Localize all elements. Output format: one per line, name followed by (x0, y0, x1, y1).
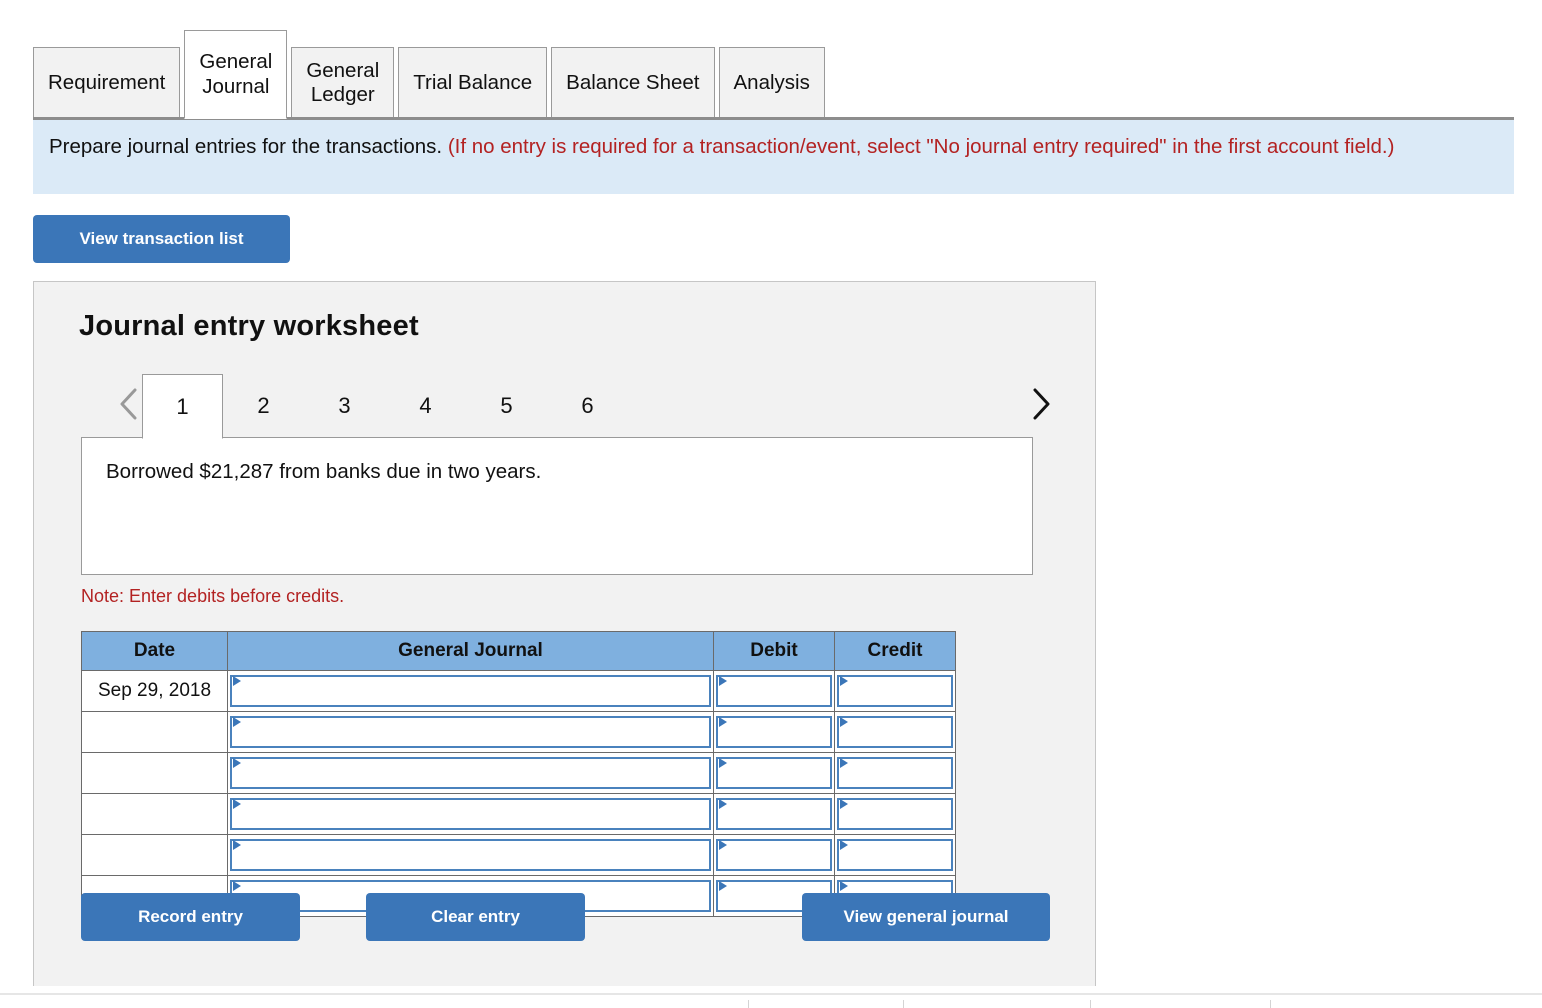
tab-general-journal[interactable]: General Journal (184, 30, 288, 119)
tab-trial-balance[interactable]: Trial Balance (398, 47, 548, 119)
table-row (81, 834, 956, 876)
debit-input[interactable] (716, 798, 832, 830)
record-entry-button[interactable]: Record entry (81, 893, 300, 941)
cell-date[interactable]: Sep 29, 2018 (81, 670, 228, 712)
cell-credit (834, 752, 956, 794)
cell-general-journal (227, 793, 714, 835)
view-general-journal-button[interactable]: View general journal (802, 893, 1050, 941)
table-row: Sep 29, 2018 (81, 670, 956, 712)
credit-input[interactable] (837, 839, 953, 871)
general-journal-input[interactable] (230, 839, 711, 871)
table-header-row: Date General Journal Debit Credit (81, 631, 956, 671)
instruction-banner: Prepare journal entries for the transact… (33, 120, 1514, 194)
column-header-general-journal: General Journal (227, 631, 714, 671)
column-header-debit: Debit (713, 631, 835, 671)
cell-credit (834, 793, 956, 835)
cell-debit (713, 752, 835, 794)
credit-input[interactable] (837, 716, 953, 748)
instruction-text: Prepare journal entries for the transact… (49, 135, 448, 158)
general-journal-input[interactable] (230, 675, 711, 707)
tab-balance-sheet[interactable]: Balance Sheet (551, 47, 715, 119)
instruction-hint: (If no entry is required for a transacti… (447, 135, 1395, 158)
tab-analysis[interactable]: Analysis (718, 47, 825, 119)
cell-date[interactable] (81, 711, 228, 753)
cell-debit (713, 670, 835, 712)
cell-credit (834, 834, 956, 876)
cell-date[interactable] (81, 793, 228, 835)
debit-input[interactable] (716, 716, 832, 748)
clear-entry-button[interactable]: Clear entry (366, 893, 585, 941)
worksheet-pager: 123456 (79, 374, 1069, 439)
tab-general-ledger[interactable]: General Ledger (291, 47, 395, 119)
bottom-toolbar-ticks (0, 1000, 1542, 1008)
general-journal-input[interactable] (230, 798, 711, 830)
worksheet-page-tab-6[interactable]: 6 (547, 374, 628, 438)
journal-entry-table: Date General Journal Debit Credit Sep 29… (81, 631, 956, 917)
worksheet-page-tab-1[interactable]: 1 (142, 374, 223, 439)
debit-input[interactable] (716, 675, 832, 707)
worksheet-page-tabs: 123456 (142, 374, 628, 439)
bottom-separator (0, 993, 1542, 995)
column-header-credit: Credit (834, 631, 956, 671)
general-journal-input[interactable] (230, 757, 711, 789)
worksheet-title: Journal entry worksheet (79, 310, 419, 342)
debits-before-credits-note: Note: Enter debits before credits. (81, 586, 345, 606)
cell-debit (713, 793, 835, 835)
page-root: Requirement General Journal General Ledger… (0, 0, 1542, 1008)
transaction-description-text: Borrowed $21,287 from banks due in two y… (106, 460, 542, 483)
worksheet-page-tab-4[interactable]: 4 (385, 374, 466, 438)
cell-credit (834, 670, 956, 712)
cell-debit (713, 711, 835, 753)
debit-input[interactable] (716, 839, 832, 871)
cell-credit (834, 711, 956, 753)
cell-general-journal (227, 752, 714, 794)
credit-input[interactable] (837, 675, 953, 707)
tab-requirement[interactable]: Requirement (33, 47, 181, 119)
cell-debit (713, 834, 835, 876)
journal-entry-worksheet-panel: Journal entry worksheet 123456 Borrowed … (33, 281, 1096, 986)
worksheet-page-tab-3[interactable]: 3 (304, 374, 385, 438)
credit-input[interactable] (837, 757, 953, 789)
cell-date[interactable] (81, 752, 228, 794)
debit-input[interactable] (716, 757, 832, 789)
cell-date[interactable] (81, 834, 228, 876)
transaction-description-box: Borrowed $21,287 from banks due in two y… (81, 437, 1033, 575)
chevron-right-icon[interactable] (1021, 374, 1061, 434)
cell-general-journal (227, 670, 714, 712)
cell-general-journal (227, 711, 714, 753)
credit-input[interactable] (837, 798, 953, 830)
general-journal-input[interactable] (230, 716, 711, 748)
worksheet-page-tab-5[interactable]: 5 (466, 374, 547, 438)
worksheet-page-tab-2[interactable]: 2 (223, 374, 304, 438)
view-transaction-list-button[interactable]: View transaction list (33, 215, 290, 263)
main-tab-bar: Requirement General Journal General Ledger… (33, 30, 1514, 119)
table-row (81, 793, 956, 835)
table-row (81, 711, 956, 753)
table-row (81, 752, 956, 794)
column-header-date: Date (81, 631, 228, 671)
cell-general-journal (227, 834, 714, 876)
